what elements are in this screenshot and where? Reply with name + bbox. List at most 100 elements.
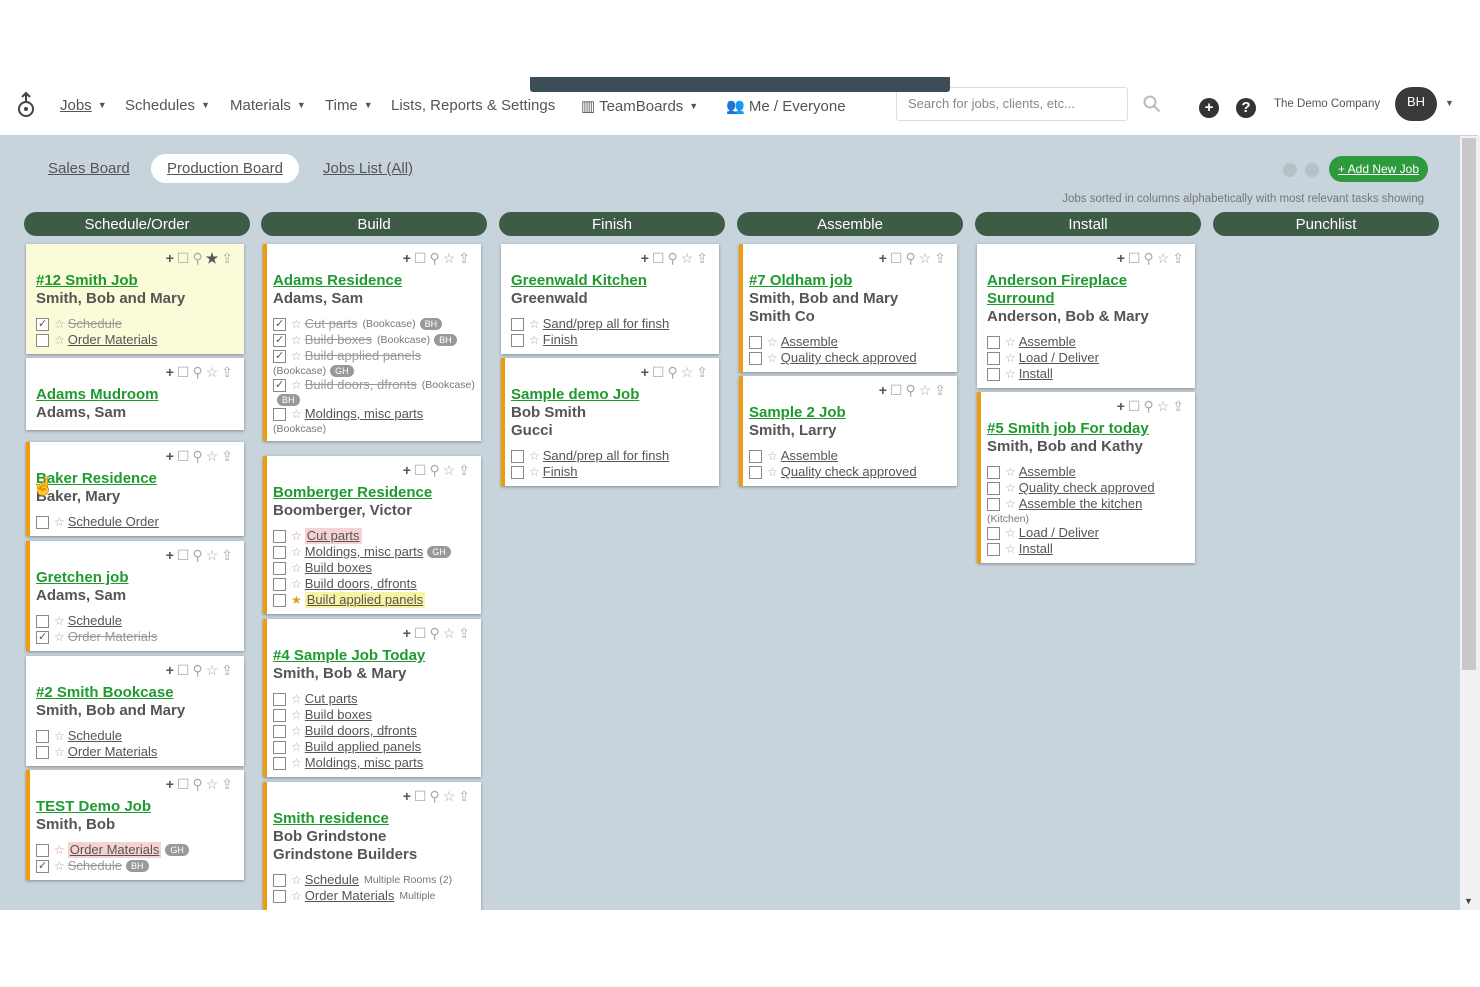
star-icon[interactable]: ☆	[681, 364, 697, 380]
star-icon[interactable]: ☆	[919, 250, 935, 266]
star-icon[interactable]: ☆	[206, 662, 222, 678]
task-checkbox[interactable]	[987, 367, 1000, 381]
card-action-icons[interactable]: +☐⚲☆⇪	[166, 547, 236, 564]
task-link[interactable]: Schedule	[68, 613, 122, 629]
share-icon[interactable]: ⇪	[221, 547, 236, 563]
task-star-icon[interactable]: ☆	[1005, 525, 1016, 541]
job-title-link[interactable]: #4 Sample Job Today	[273, 647, 481, 665]
card-action-icons[interactable]: +☐⚲★⇪	[166, 250, 236, 267]
task-checkbox[interactable]	[273, 407, 286, 421]
task-checkbox[interactable]	[273, 529, 286, 543]
share-icon[interactable]: ⇪	[696, 250, 711, 266]
task-link[interactable]: Schedule	[68, 858, 122, 874]
job-card[interactable]: +☐⚲☆⇪ TEST Demo Job Smith, Bob ☆ Order Mater…	[26, 770, 244, 880]
comment-icon[interactable]: ☐	[414, 250, 430, 266]
job-title-link[interactable]: #2 Smith Bookcase	[36, 684, 244, 702]
task-checkbox[interactable]	[273, 740, 286, 754]
share-icon[interactable]: ⇪	[221, 662, 236, 678]
star-icon[interactable]: ☆	[443, 250, 459, 266]
task-star-icon[interactable]: ☆	[291, 528, 302, 544]
task-star-icon[interactable]: ☆	[291, 576, 302, 592]
job-card[interactable]: +☐⚲☆⇪ Bomberger Residence Boomberger, Vict…	[263, 456, 481, 614]
task-star-icon[interactable]: ☆	[291, 377, 302, 393]
job-card[interactable]: +☐⚲☆⇪ Sample 2 Job Smith, Larry ☆ Assemble ☆ Q…	[739, 376, 957, 486]
task-link[interactable]: Assemble	[1019, 464, 1076, 480]
zoom-icon[interactable]: ⚲	[429, 462, 442, 478]
task-star-icon[interactable]: ☆	[529, 332, 540, 348]
task-star-icon[interactable]: ☆	[529, 316, 540, 332]
add-task-icon[interactable]: +	[166, 364, 177, 380]
task-link[interactable]: Assemble	[781, 448, 838, 464]
star-icon[interactable]: ☆	[1157, 398, 1173, 414]
zoom-icon[interactable]: ⚲	[192, 448, 205, 464]
star-icon[interactable]: ☆	[206, 448, 222, 464]
zoom-icon[interactable]: ⚲	[192, 250, 205, 266]
board-tab-production-board[interactable]: Production Board	[151, 154, 299, 183]
task-checkbox[interactable]	[273, 377, 286, 393]
job-card[interactable]: +☐⚲☆⇪Adams ResidenceAdams, Sam☆Cut parts…	[263, 244, 481, 441]
task-link[interactable]: Finish	[543, 464, 578, 480]
comment-icon[interactable]: ☐	[890, 250, 906, 266]
board-tab-jobs-list-all[interactable]: Jobs List (All)	[307, 154, 429, 183]
task-star-icon[interactable]: ☆	[767, 464, 778, 480]
job-card[interactable]: +☐⚲★⇪ #12 Smith JobSmith, Bob and Mary ☆Sc…	[26, 244, 244, 354]
task-star-icon[interactable]: ☆	[1005, 350, 1016, 366]
task-star-icon[interactable]: ☆	[54, 613, 65, 629]
comment-icon[interactable]: ☐	[414, 788, 430, 804]
task-checkbox[interactable]	[511, 317, 524, 331]
task-checkbox[interactable]	[273, 545, 286, 559]
task-link[interactable]: Load / Deliver	[1019, 350, 1099, 366]
star-icon[interactable]: ★	[206, 250, 222, 266]
task-star-icon[interactable]: ☆	[291, 723, 302, 739]
card-action-icons[interactable]: +☐⚲☆⇪	[1117, 250, 1187, 267]
task-checkbox[interactable]	[273, 577, 286, 591]
add-task-icon[interactable]: +	[879, 382, 890, 398]
task-checkbox[interactable]	[36, 515, 49, 529]
job-card[interactable]: +☐⚲☆⇪ Anderson Fireplace Surround Anderson…	[977, 244, 1195, 388]
task-star-icon[interactable]: ☆	[54, 728, 65, 744]
gear-icon[interactable]	[1305, 163, 1319, 177]
share-icon[interactable]: ⇪	[696, 364, 711, 380]
help-icon[interactable]: ?	[1236, 98, 1256, 118]
share-icon[interactable]: ⇪	[458, 625, 473, 641]
search-icon[interactable]	[1143, 95, 1161, 113]
task-star-icon[interactable]: ☆	[54, 629, 65, 645]
add-task-icon[interactable]: +	[403, 625, 414, 641]
comment-icon[interactable]: ☐	[1128, 250, 1144, 266]
nav-jobs[interactable]: Jobs ▼	[60, 97, 107, 114]
star-icon[interactable]: ☆	[206, 776, 222, 792]
nav-time[interactable]: Time ▼	[325, 97, 373, 114]
add-task-icon[interactable]: +	[403, 788, 414, 804]
task-star-icon[interactable]: ☆	[529, 448, 540, 464]
task-link[interactable]: Moldings, misc parts	[305, 755, 423, 771]
task-link[interactable]: Build applied panels	[305, 739, 421, 755]
task-link[interactable]: Quality check approved	[781, 350, 917, 366]
add-task-icon[interactable]: +	[166, 250, 177, 266]
task-checkbox[interactable]	[273, 348, 286, 364]
task-star-icon[interactable]: ☆	[291, 332, 302, 348]
job-card[interactable]: +☐⚲☆⇪ #5 Smith job For today Smith, Bob an…	[977, 392, 1195, 563]
star-icon[interactable]: ☆	[443, 462, 459, 478]
task-checkbox[interactable]	[273, 593, 286, 607]
card-action-icons[interactable]: +☐⚲☆⇪	[166, 448, 236, 465]
task-star-icon[interactable]: ☆	[54, 514, 65, 530]
job-card[interactable]: +☐⚲☆⇪ #2 Smith Bookcase Smith, Bob and Mar…	[26, 656, 244, 766]
task-checkbox[interactable]	[273, 561, 286, 575]
comment-icon[interactable]: ☐	[177, 662, 193, 678]
comment-icon[interactable]: ☐	[177, 448, 193, 464]
add-task-icon[interactable]: +	[403, 250, 414, 266]
task-star-icon[interactable]: ☆	[291, 755, 302, 771]
add-task-icon[interactable]: +	[166, 662, 177, 678]
task-star-icon[interactable]: ☆	[529, 464, 540, 480]
task-checkbox[interactable]	[987, 481, 1000, 495]
task-star-icon[interactable]: ☆	[54, 316, 65, 332]
job-title-link[interactable]: Sample 2 Job	[749, 404, 957, 422]
share-icon[interactable]: ⇪	[221, 448, 236, 464]
app-logo-icon[interactable]	[14, 89, 38, 121]
zoom-icon[interactable]: ⚲	[667, 250, 680, 266]
job-title-link[interactable]: Baker Residence	[36, 470, 244, 488]
nav-materials[interactable]: Materials ▼	[230, 97, 306, 114]
task-star-icon[interactable]: ☆	[291, 739, 302, 755]
job-title-link[interactable]: Adams Mudroom	[36, 386, 244, 404]
card-action-icons[interactable]: +☐⚲☆⇪	[403, 462, 473, 479]
